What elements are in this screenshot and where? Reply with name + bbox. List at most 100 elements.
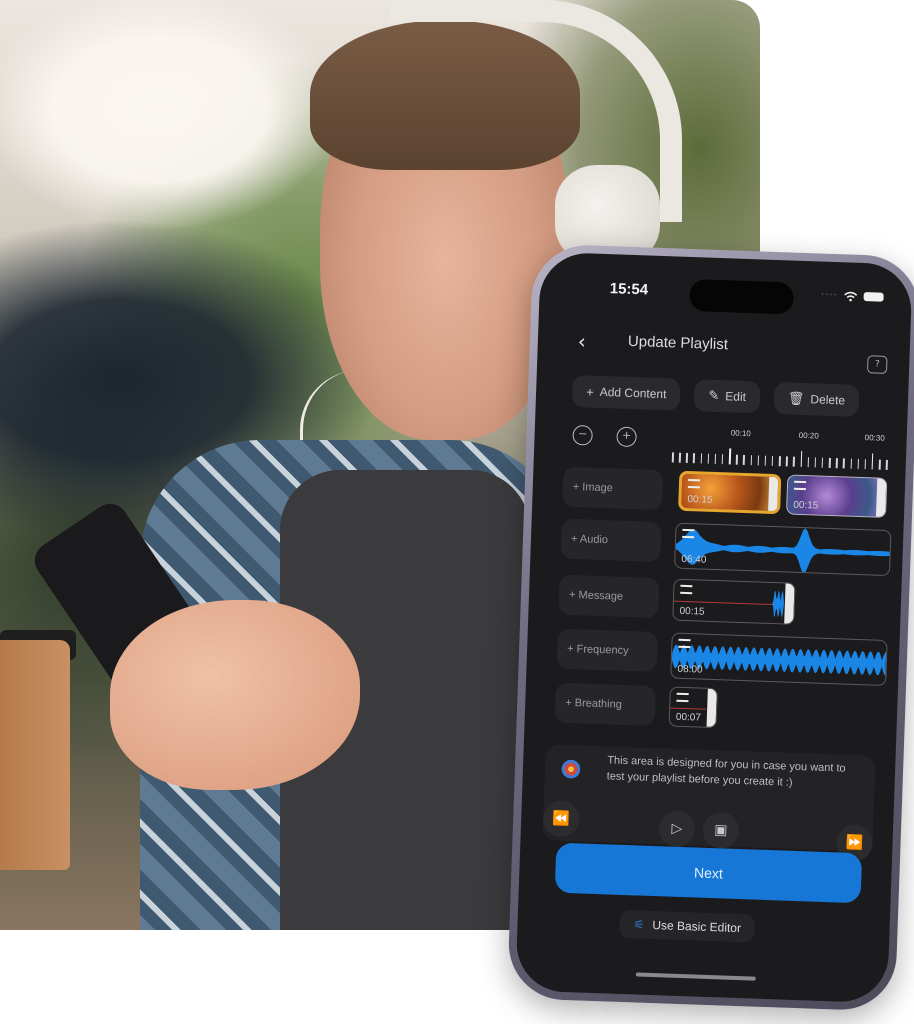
rewind-icon[interactable]: ⏪ xyxy=(542,800,580,838)
ruler-tick xyxy=(721,454,724,465)
trim-handle[interactable] xyxy=(784,583,795,624)
ruler-tick xyxy=(885,459,888,470)
audio-waveform xyxy=(675,528,890,574)
ruler-tick xyxy=(686,452,688,463)
preview-info-text: This area is designed for you in case yo… xyxy=(606,754,846,789)
edit-label: Edit xyxy=(725,389,747,404)
ruler-tick xyxy=(835,458,838,469)
clip-duration: 00:15 xyxy=(793,499,819,512)
add-message-button[interactable]: + Message xyxy=(558,574,660,619)
ruler-tick xyxy=(707,453,710,464)
ruler-tick xyxy=(800,450,803,467)
person-hand xyxy=(110,600,360,790)
breathing-clip[interactable]: 00:07 xyxy=(668,686,718,729)
help-bubble-icon[interactable]: ? xyxy=(866,355,888,374)
status-bar: 15:54 ···· xyxy=(539,274,912,317)
ruler-tick xyxy=(850,458,852,469)
trim-handle[interactable] xyxy=(768,476,779,512)
page-title: Update Playlist xyxy=(627,332,729,354)
drag-handle-icon[interactable] xyxy=(676,692,689,703)
signal-dots-icon: ···· xyxy=(820,289,838,302)
ruler-tick xyxy=(728,448,731,465)
track-audio: + Audio 06:40 xyxy=(560,518,892,577)
track-message: + Message 00:15 xyxy=(558,574,887,630)
plus-icon: + xyxy=(585,383,595,400)
edit-icon: ✎ xyxy=(708,387,720,404)
next-button[interactable]: Next xyxy=(554,842,863,904)
ruler-ticks xyxy=(671,446,888,470)
ruler-tick xyxy=(793,456,795,467)
mandala-logo-icon xyxy=(560,758,582,780)
wifi-icon xyxy=(844,291,858,301)
sliders-icon: ⚟ xyxy=(633,917,645,932)
ruler-tick xyxy=(714,453,717,464)
ruler-tick xyxy=(743,454,745,465)
ruler-label: 00:20 xyxy=(798,430,819,441)
status-time: 15:54 xyxy=(609,280,649,299)
ruler-tick xyxy=(871,453,874,470)
trim-handle[interactable] xyxy=(706,688,717,728)
ruler-tick xyxy=(771,455,774,466)
delete-label: Delete xyxy=(810,392,846,408)
drag-handle-icon[interactable] xyxy=(678,638,691,649)
add-image-button[interactable]: + Image xyxy=(562,466,664,511)
ruler-tick xyxy=(821,457,824,468)
ruler-tick xyxy=(750,455,753,466)
add-content-label: Add Content xyxy=(599,384,667,402)
drag-handle-icon[interactable] xyxy=(682,528,695,539)
battery-icon xyxy=(863,292,884,302)
ruler-label: 00:30 xyxy=(864,433,885,443)
drag-handle-icon[interactable] xyxy=(687,479,701,489)
ruler-tick xyxy=(843,458,845,469)
audio-clip[interactable]: 06:40 xyxy=(674,522,892,577)
dynamic-island xyxy=(689,278,795,315)
image-clip[interactable]: 00:15 xyxy=(785,474,888,518)
track-breathing: + Breathing 00:07 xyxy=(554,682,883,738)
ruler-tick xyxy=(807,457,810,468)
timeline-header: − + 00:10 00:20 00:30 xyxy=(572,423,889,474)
home-indicator xyxy=(635,972,756,981)
add-breathing-button[interactable]: + Breathing xyxy=(554,682,656,726)
ruler-tick xyxy=(671,452,674,463)
drag-handle-icon[interactable] xyxy=(793,480,807,491)
chevron-left-icon[interactable]: ‹ xyxy=(577,329,586,353)
preview-panel: This area is designed for you in case yo… xyxy=(542,744,876,862)
ruler-tick xyxy=(757,455,760,466)
track-frequency: + Frequency 08:00 xyxy=(556,628,888,687)
ruler-tick xyxy=(857,458,860,469)
ruler-tick xyxy=(828,457,831,468)
frequency-clip[interactable]: 08:00 xyxy=(670,632,888,687)
edit-button[interactable]: ✎ Edit xyxy=(693,379,761,414)
add-audio-button[interactable]: + Audio xyxy=(560,518,662,563)
waveform-shape xyxy=(671,644,887,676)
image-clip-selected[interactable]: 00:15 xyxy=(678,470,782,515)
frequency-waveform xyxy=(671,644,887,676)
add-frequency-button[interactable]: + Frequency xyxy=(556,628,658,673)
clip-duration: 00:15 xyxy=(687,493,713,506)
add-content-button[interactable]: + Add Content xyxy=(571,374,681,411)
ruler-tick xyxy=(693,453,695,464)
status-icons: ···· xyxy=(821,290,884,303)
ruler-tick xyxy=(878,459,881,470)
ruler-tick xyxy=(700,453,703,464)
play-icon[interactable]: ▷ xyxy=(658,810,696,848)
delete-button[interactable]: 🗑 Delete xyxy=(773,381,860,417)
nav-bar: ‹ Update Playlist ? xyxy=(537,324,910,377)
waveform-shape xyxy=(675,528,890,574)
use-basic-editor-button[interactable]: ⚟ Use Basic Editor xyxy=(619,909,756,943)
zoom-out-icon[interactable]: − xyxy=(572,424,593,446)
drag-handle-icon[interactable] xyxy=(680,584,693,595)
trim-handle[interactable] xyxy=(875,478,887,517)
vr-preview-icon[interactable]: ▣ xyxy=(702,811,740,849)
time-ruler[interactable]: 00:10 00:20 00:30 xyxy=(671,426,889,470)
message-clip[interactable]: 00:15 xyxy=(672,578,796,625)
coffee-cup xyxy=(0,640,70,870)
ruler-tick xyxy=(778,456,781,467)
trash-icon: 🗑 xyxy=(787,390,805,407)
clip-duration: 06:40 xyxy=(681,553,707,566)
ruler-label: 00:10 xyxy=(730,428,751,439)
zoom-in-icon[interactable]: + xyxy=(616,426,637,448)
clip-duration: 00:07 xyxy=(675,711,702,724)
ruler-tick xyxy=(764,455,767,466)
action-bar: + Add Content ✎ Edit 🗑 Delete xyxy=(571,374,889,418)
